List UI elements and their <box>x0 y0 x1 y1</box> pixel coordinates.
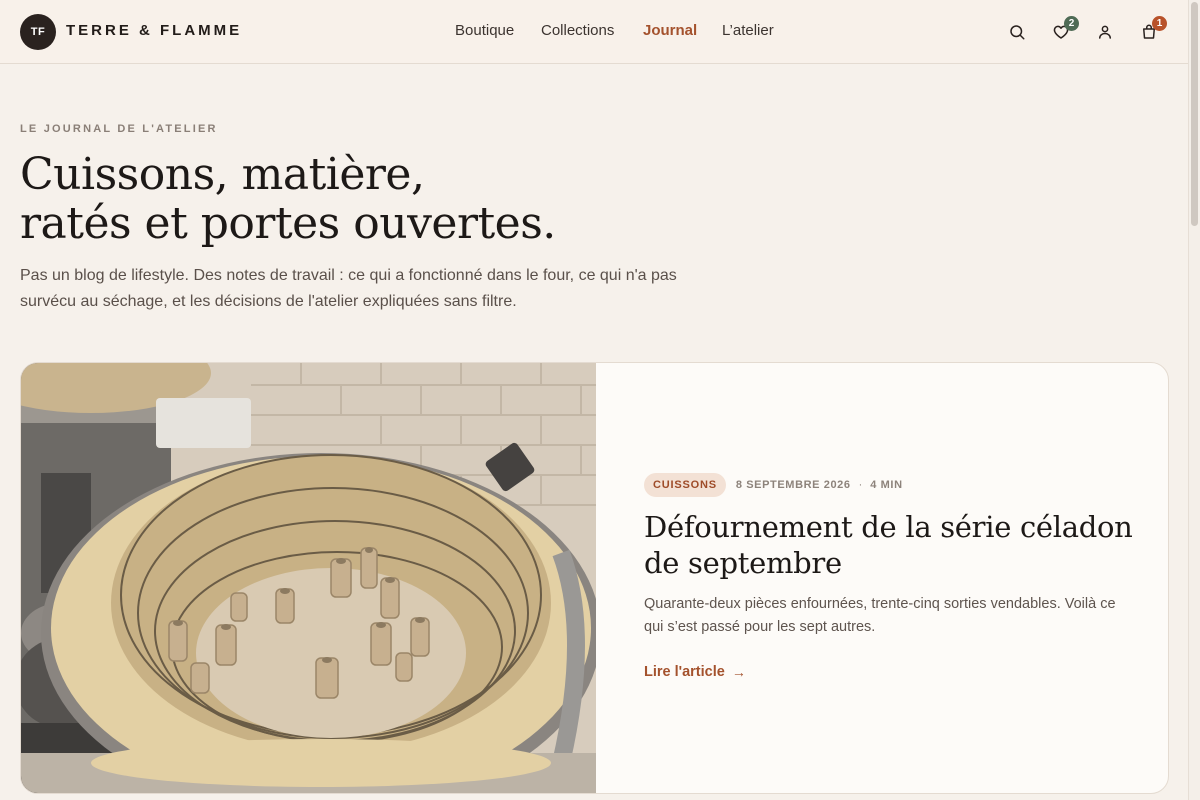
logo-wordmark[interactable]: TERRE & FLAMME <box>66 22 242 39</box>
cart-button[interactable]: 1 <box>1137 16 1167 44</box>
featured-article-card[interactable]: CUISSONS 8 SEPTEMBRE 2026 · 4 MIN Défour… <box>20 362 1169 794</box>
read-time: 4 MIN <box>870 479 903 491</box>
page-title: Cuissons, matière, ratés et portes ouver… <box>20 150 720 248</box>
meta-separator: · <box>858 479 863 491</box>
article-date: 8 SEPTEMBRE 2026 <box>735 479 851 491</box>
nav-item-journal[interactable]: Journal <box>643 22 697 39</box>
featured-article-image[interactable] <box>21 363 596 793</box>
article-meta: CUISSONS 8 SEPTEMBRE 2026 · 4 MIN <box>644 473 903 497</box>
cart-count-badge: 1 <box>1152 16 1167 31</box>
page-title-line-2: ratés et portes ouvertes. <box>20 198 556 249</box>
nav-item-collections[interactable]: Collections <box>541 22 614 39</box>
arrow-right-icon: → <box>731 664 746 680</box>
page-title-line-1: Cuissons, matière, <box>20 149 425 200</box>
read-article-link[interactable]: Lire l'article → <box>644 664 746 680</box>
wishlist-button[interactable]: 2 <box>1049 16 1079 44</box>
search-icon <box>1010 25 1025 40</box>
featured-article-excerpt: Quarante-deux pièces enfournées, trente-… <box>644 596 1116 635</box>
page-scrollbar[interactable] <box>1188 0 1200 800</box>
nav-item-boutique[interactable]: Boutique <box>455 22 514 39</box>
page-intro: Pas un blog de lifestyle. Des notes de t… <box>20 267 677 310</box>
featured-article-title[interactable]: Défournement de la série céladon de sept… <box>644 509 1144 581</box>
nav-item-atelier[interactable]: L’atelier <box>722 22 774 39</box>
scrollbar-thumb[interactable] <box>1191 2 1198 226</box>
user-icon <box>1099 25 1111 39</box>
journal-eyebrow: LE JOURNAL DE L'ATELIER <box>20 123 218 135</box>
search-button[interactable] <box>1005 20 1029 44</box>
account-button[interactable] <box>1093 20 1117 44</box>
site-header: TF TERRE & FLAMME Boutique Collections J… <box>0 0 1188 64</box>
category-tag[interactable]: CUISSONS <box>644 473 726 497</box>
read-article-label: Lire l'article <box>644 664 725 680</box>
wishlist-count-badge: 2 <box>1064 16 1079 31</box>
kiln-photo-illustration <box>21 363 596 793</box>
logo-monogram[interactable]: TF <box>20 14 56 50</box>
